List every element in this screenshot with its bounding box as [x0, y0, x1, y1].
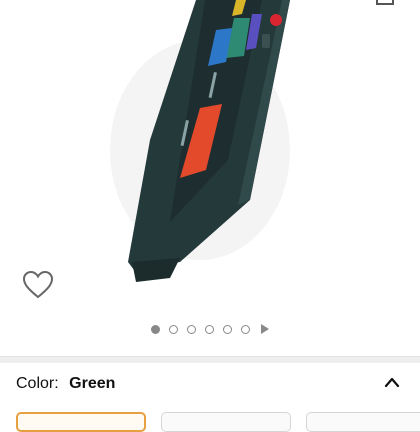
- heart-icon[interactable]: [22, 270, 54, 300]
- color-swatch-list: [0, 412, 420, 432]
- pagination-dot[interactable]: [241, 324, 250, 334]
- section-divider: [0, 356, 420, 363]
- product-image[interactable]: [0, 0, 420, 320]
- pagination-dot[interactable]: [151, 324, 160, 334]
- color-selector-header: Color: Green: [16, 375, 115, 393]
- color-swatch-selected[interactable]: [16, 412, 146, 432]
- chevron-up-icon[interactable]: [384, 376, 400, 388]
- pagination-dot[interactable]: [205, 324, 214, 334]
- color-label: Color:: [16, 375, 59, 392]
- pagination-dot[interactable]: [169, 324, 178, 334]
- pagination-dot[interactable]: [187, 324, 196, 334]
- color-swatch[interactable]: [161, 412, 291, 432]
- product-image-gallery[interactable]: [0, 0, 420, 355]
- image-pagination: [0, 321, 420, 337]
- color-swatch[interactable]: [306, 412, 420, 432]
- pagination-dot[interactable]: [223, 324, 232, 334]
- play-icon[interactable]: [261, 324, 269, 334]
- selected-color-value: Green: [69, 375, 116, 392]
